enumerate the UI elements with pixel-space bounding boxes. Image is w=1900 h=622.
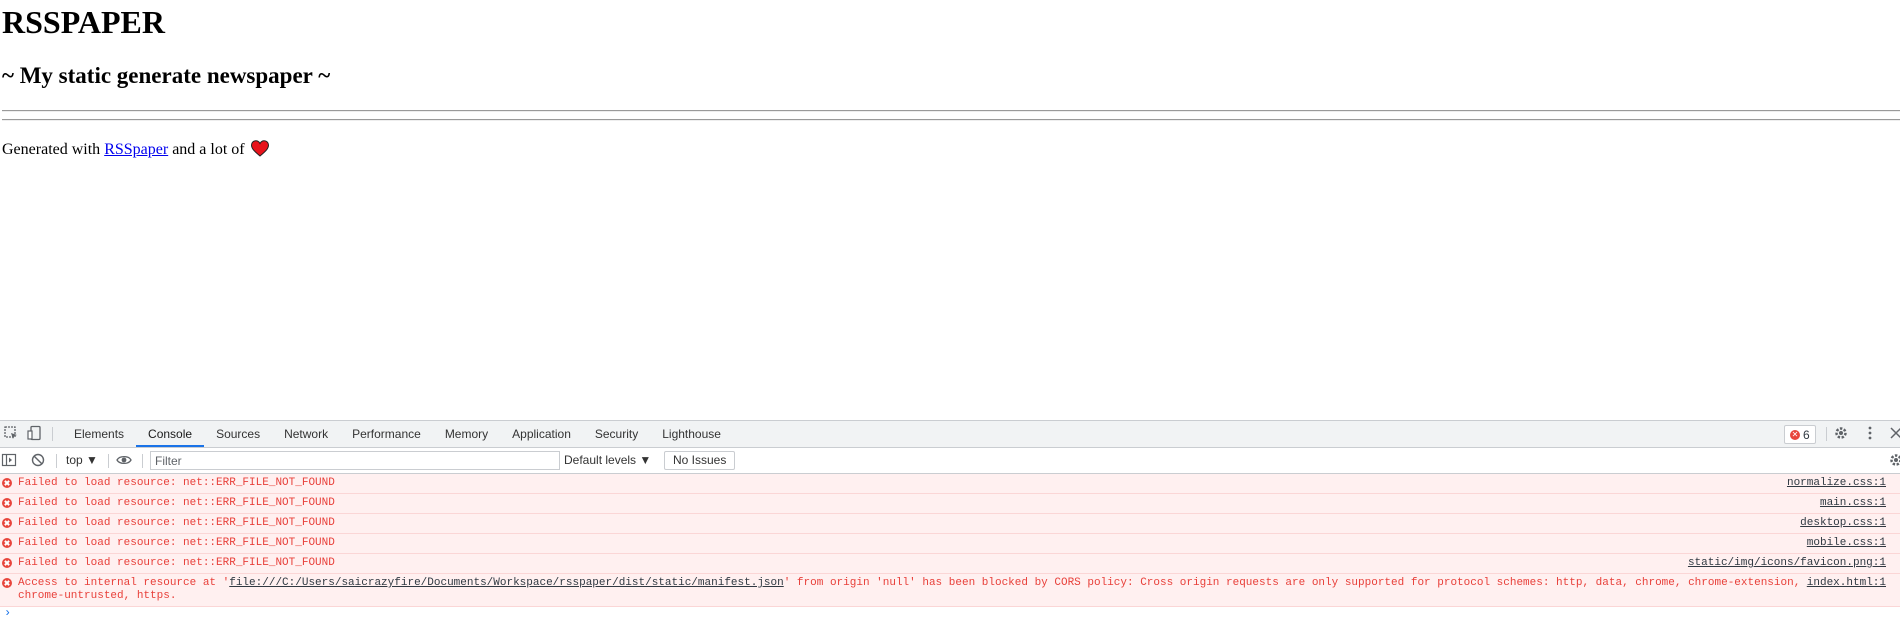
heart-icon xyxy=(251,140,269,157)
console-error-message: Failed to load resource: net::ERR_FILE_N… xyxy=(0,553,1900,574)
console-error-message: Failed to load resource: net::ERR_FILE_N… xyxy=(0,513,1900,534)
eye-icon[interactable] xyxy=(116,452,132,468)
error-icon xyxy=(2,518,12,528)
error-icon xyxy=(2,538,12,548)
tab-memory[interactable]: Memory xyxy=(433,421,500,447)
page-content: RSSPAPER ~ My static generate newspaper … xyxy=(0,0,1900,420)
tab-lighthouse[interactable]: Lighthouse xyxy=(650,421,733,447)
tab-network[interactable]: Network xyxy=(272,421,340,447)
context-select[interactable]: top ▼ xyxy=(66,452,98,469)
message-source-link[interactable]: normalize.css:1 xyxy=(1787,477,1886,490)
console-messages: Failed to load resource: net::ERR_FILE_N… xyxy=(0,474,1900,622)
rsspaper-link[interactable]: RSSpaper xyxy=(104,141,168,158)
chevron-down-icon: ▼ xyxy=(639,453,651,467)
toolbar-separator xyxy=(56,454,57,468)
error-icon xyxy=(2,578,12,588)
error-icon: ✕ xyxy=(1790,430,1800,440)
chevron-right-icon: › xyxy=(4,606,11,620)
device-toolbar-icon[interactable] xyxy=(27,425,43,441)
message-source-link[interactable]: index.html:1 xyxy=(1807,577,1886,590)
error-icon xyxy=(2,558,12,568)
tab-performance[interactable]: Performance xyxy=(340,421,433,447)
message-prefix: Access to internal resource at ' xyxy=(18,577,229,589)
divider xyxy=(2,110,1900,112)
message-source-link[interactable]: desktop.css:1 xyxy=(1800,517,1886,530)
message-text: Failed to load resource: net::ERR_FILE_N… xyxy=(0,554,1900,573)
site-title: RSSPAPER xyxy=(2,4,165,40)
footer-prefix: Generated with xyxy=(2,141,104,158)
message-source-link[interactable]: static/img/icons/favicon.png:1 xyxy=(1688,557,1886,570)
sidebar-toggle-icon[interactable] xyxy=(1,452,17,468)
issues-button[interactable]: No Issues xyxy=(664,451,735,470)
message-text: Failed to load resource: net::ERR_FILE_N… xyxy=(0,534,1900,553)
gear-icon[interactable] xyxy=(1833,425,1849,441)
toolbar-separator xyxy=(108,454,109,468)
filter-input[interactable] xyxy=(150,451,560,470)
tab-application[interactable]: Application xyxy=(500,421,583,447)
console-error-message: Failed to load resource: net::ERR_FILE_N… xyxy=(0,533,1900,554)
error-icon xyxy=(2,498,12,508)
footer-suffix: and a lot of xyxy=(168,141,248,158)
message-text: Failed to load resource: net::ERR_FILE_N… xyxy=(0,514,1900,533)
context-value: top xyxy=(66,453,83,467)
console-error-message: Failed to load resource: net::ERR_FILE_N… xyxy=(0,493,1900,514)
message-list: Failed to load resource: net::ERR_FILE_N… xyxy=(0,474,1900,574)
footer-credit: Generated with RSSpaper and a lot of xyxy=(2,139,269,161)
chevron-down-icon: ▼ xyxy=(86,453,98,467)
clear-console-icon[interactable] xyxy=(30,452,46,468)
tab-elements[interactable]: Elements xyxy=(62,421,136,447)
message-source-link[interactable]: main.css:1 xyxy=(1820,497,1886,510)
devtools-tabs: ElementsConsoleSourcesNetworkPerformance… xyxy=(62,421,733,447)
log-levels-value: Default levels xyxy=(564,453,636,467)
console-prompt[interactable]: › xyxy=(0,607,1900,621)
close-icon[interactable] xyxy=(1888,425,1900,441)
tab-sources[interactable]: Sources xyxy=(204,421,272,447)
site-subtitle: ~ My static generate newspaper ~ xyxy=(2,62,330,90)
message-text: Access to internal resource at 'file:///… xyxy=(0,574,1900,606)
message-text: Failed to load resource: net::ERR_FILE_N… xyxy=(0,494,1900,513)
message-source-link[interactable]: mobile.css:1 xyxy=(1807,537,1886,550)
message-text: Failed to load resource: net::ERR_FILE_N… xyxy=(0,474,1900,493)
more-options-icon[interactable] xyxy=(1862,425,1878,441)
devtools-panel: ElementsConsoleSourcesNetworkPerformance… xyxy=(0,420,1900,622)
log-levels-select[interactable]: Default levels ▼ xyxy=(564,452,651,469)
toolbar-separator xyxy=(142,454,143,468)
console-toolbar: top ▼ Default levels ▼ No Issues xyxy=(0,448,1900,474)
inspect-element-icon[interactable] xyxy=(3,425,19,441)
error-count: 6 xyxy=(1803,428,1810,442)
toolbar-separator xyxy=(52,427,53,441)
tab-security[interactable]: Security xyxy=(583,421,650,447)
divider xyxy=(2,119,1900,121)
toolbar-separator xyxy=(1826,427,1827,441)
console-error-message: Access to internal resource at 'file:///… xyxy=(0,573,1900,607)
devtools-tabbar: ElementsConsoleSourcesNetworkPerformance… xyxy=(0,421,1900,448)
error-count-badge[interactable]: ✕ 6 xyxy=(1784,425,1816,444)
resource-link[interactable]: file:///C:/Users/saicrazyfire/Documents/… xyxy=(229,577,784,589)
tab-console[interactable]: Console xyxy=(136,421,204,447)
error-icon xyxy=(2,478,12,488)
console-settings-icon[interactable] xyxy=(1888,452,1900,468)
console-error-message: Failed to load resource: net::ERR_FILE_N… xyxy=(0,474,1900,494)
